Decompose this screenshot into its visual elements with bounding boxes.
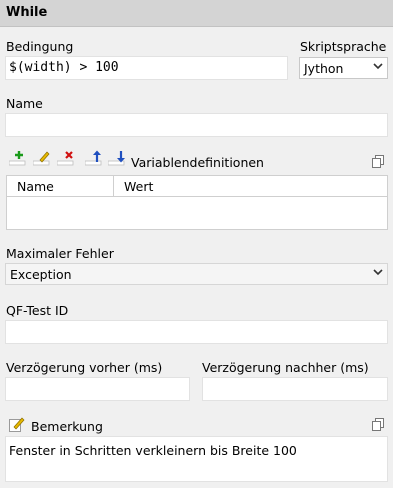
panel-header: While	[0, 0, 393, 27]
edit-icon	[32, 151, 50, 166]
script-language-label: Skriptsprache	[300, 39, 387, 54]
column-header-value[interactable]: Wert	[114, 176, 387, 196]
panel-title: While	[6, 5, 48, 20]
column-header-name[interactable]: Name	[7, 176, 114, 196]
move-up-icon	[84, 150, 102, 166]
move-down-button[interactable]	[107, 150, 126, 166]
condition-label: Bedingung	[6, 39, 74, 54]
variables-table[interactable]: Name Wert	[6, 175, 388, 230]
copy-icon[interactable]	[372, 155, 384, 168]
delay-after-label: Verzögerung nachher (ms)	[202, 360, 369, 375]
script-language-value: Jython	[304, 61, 344, 76]
chevron-down-icon	[373, 63, 383, 70]
add-icon	[8, 151, 26, 166]
edit-variable-button[interactable]	[32, 150, 51, 166]
variables-label: Variablendefinitionen	[131, 155, 264, 170]
move-down-icon	[107, 151, 125, 166]
name-input[interactable]	[5, 113, 388, 137]
delay-after-input[interactable]	[202, 377, 388, 401]
chevron-down-icon	[373, 269, 383, 276]
add-variable-button[interactable]	[8, 150, 27, 166]
move-up-button[interactable]	[84, 150, 103, 166]
delete-variable-button[interactable]	[56, 150, 75, 166]
delete-icon	[56, 151, 74, 166]
table-header: Name Wert	[7, 176, 387, 197]
delay-before-input[interactable]	[5, 377, 190, 401]
condition-value: $(width) > 100	[9, 60, 119, 75]
script-language-select[interactable]: Jython	[299, 57, 388, 79]
qftest-id-label: QF-Test ID	[6, 303, 69, 318]
delay-before-label: Verzögerung vorher (ms)	[6, 360, 163, 375]
qftest-id-input[interactable]	[5, 320, 388, 344]
condition-input[interactable]: $(width) > 100	[5, 56, 288, 80]
max-error-label: Maximaler Fehler	[6, 246, 114, 261]
comment-value: Fenster in Schritten verkleinern bis Bre…	[9, 443, 297, 458]
max-error-select[interactable]: Exception	[5, 263, 388, 285]
comment-textarea[interactable]: Fenster in Schritten verkleinern bis Bre…	[5, 436, 388, 482]
max-error-value: Exception	[10, 267, 72, 282]
comment-label: Bemerkung	[31, 419, 103, 434]
name-label: Name	[6, 96, 43, 111]
copy-icon[interactable]	[372, 418, 384, 431]
comment-edit-icon[interactable]	[9, 416, 25, 432]
